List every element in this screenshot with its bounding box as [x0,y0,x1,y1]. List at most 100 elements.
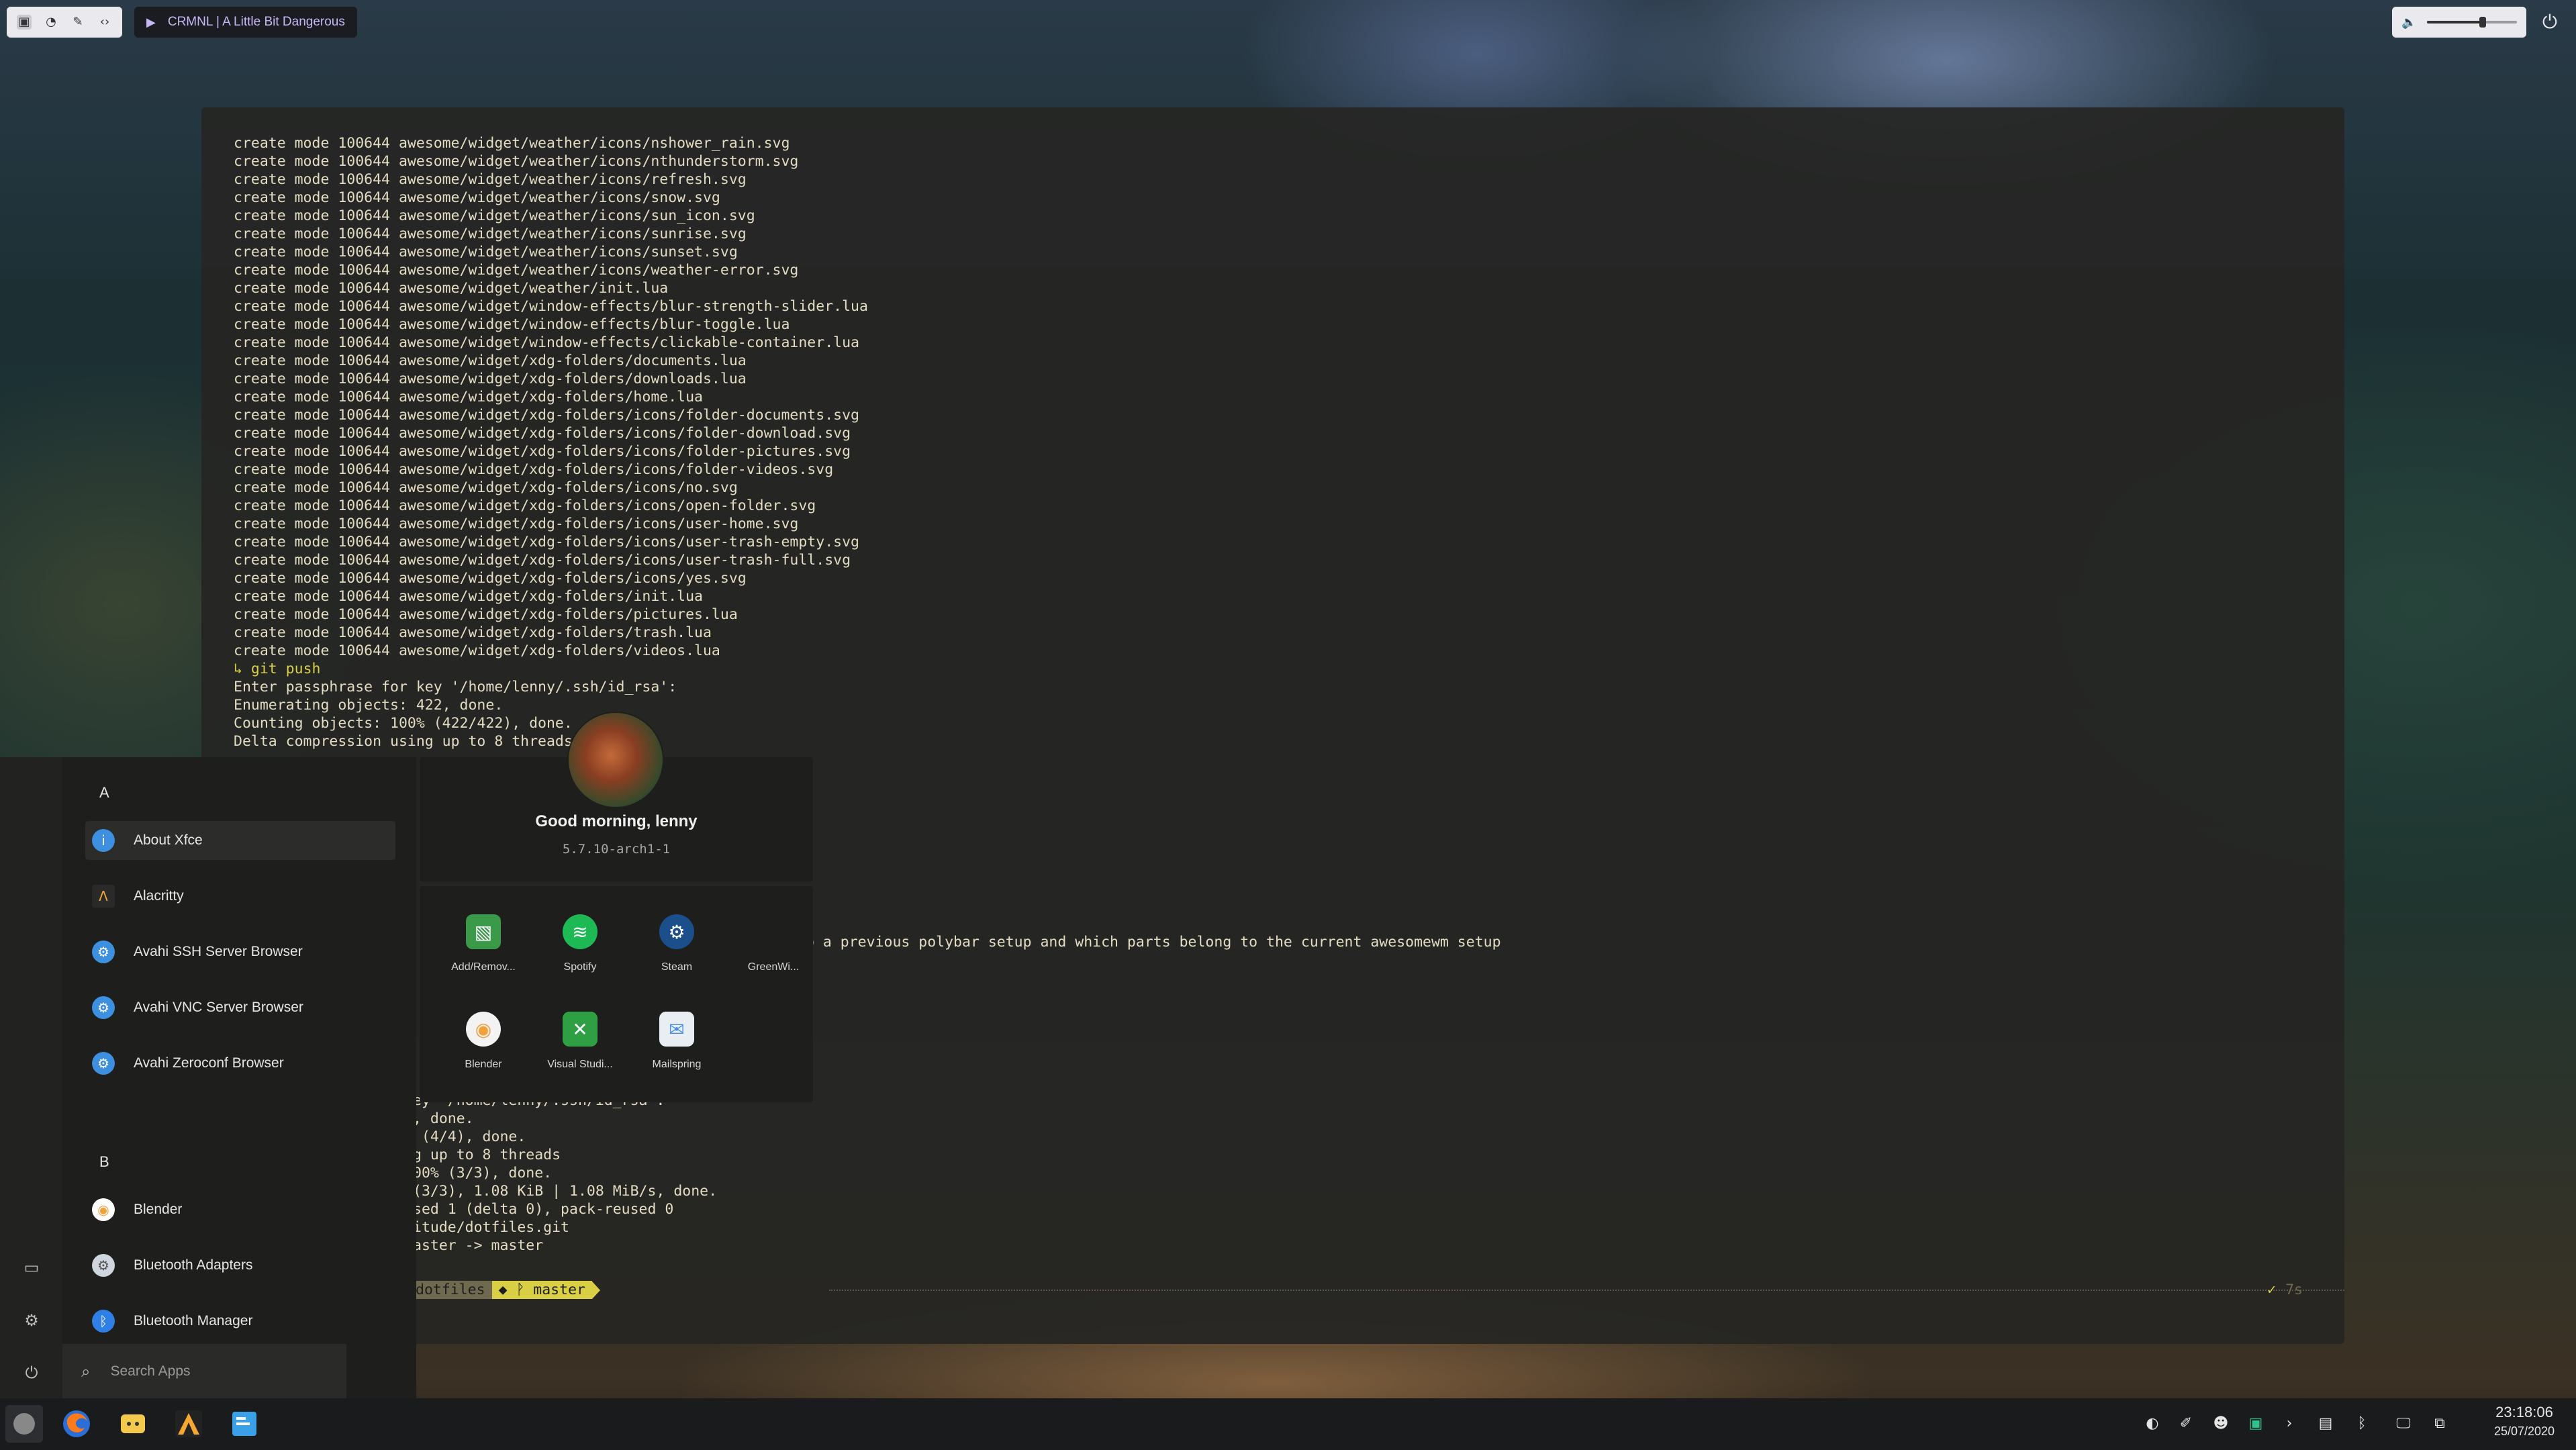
greenwithenvy-icon [756,914,791,949]
gwe-tray-icon[interactable]: ▣ [2244,1412,2268,1436]
app-tile-label: Spotify [563,961,597,973]
app-list-label: About Xfce [134,832,203,848]
drive-icon[interactable]: ▤ [2313,1412,2338,1436]
terminal-line: create mode 100644 awesome/widget/weathe… [234,189,720,206]
terminal-line: create mode 100644 awesome/widget/xdg-fo… [234,570,747,587]
launcher-button[interactable] [5,1405,43,1443]
terminal-line: create mode 100644 awesome/widget/weathe… [234,135,790,152]
terminal-line: Delta compression using up to 8 threads [234,733,573,750]
terminal-line: create mode 100644 awesome/widget/weathe… [234,153,799,170]
settings-icon[interactable]: ⚙ [20,1309,43,1332]
app-tile-label: GreenWi... [747,961,800,973]
terminal-line: , done. [413,1110,474,1127]
app-list-label: Avahi VNC Server Browser [134,1000,303,1015]
power-icon[interactable]: ⏻ [20,1361,43,1384]
prompt-duration: 7s [2285,1282,2303,1298]
terminal-line: create mode 100644 awesome/widget/weathe… [234,244,738,260]
app-tile[interactable]: ✉ Mailspring [633,1012,720,1071]
terminal-line: create mode 100644 awesome/widget/xdg-fo… [234,352,747,369]
volume-widget[interactable]: 🔈 [2392,7,2526,38]
terminal-line: Enter passphrase for key '/home/lenny/.s… [234,679,677,695]
volume-slider[interactable] [2427,17,2517,28]
github-icon[interactable]: ◐ [2140,1412,2164,1436]
terminal-line: create mode 100644 awesome/widget/window… [234,298,868,315]
app-list-item[interactable]: ⚙ Avahi Zeroconf Browser [85,1044,395,1083]
monitor-icon[interactable]: 🖵 [2391,1412,2416,1436]
compass-icon [13,1413,35,1435]
avatar [567,712,664,808]
terminal-line: create mode 100644 awesome/widget/xdg-fo… [234,624,712,641]
terminal-line: create mode 100644 awesome/widget/xdg-fo… [234,552,851,569]
prompt-arrow-icon: ↳ [234,661,242,677]
terminal-line: create mode 100644 awesome/widget/xdg-fo… [234,425,851,442]
prompt-directory: dotfiles [413,1281,492,1299]
brush-tag-icon[interactable]: ✎ [70,15,85,30]
app-list-item[interactable]: ◉ Blender [85,1190,395,1229]
terminal-line: create mode 100644 awesome/widget/xdg-fo… [234,461,834,478]
app-tile[interactable]: ⚙ Steam [633,914,720,973]
avahi-icon: ⚙ [92,1052,115,1075]
mail-icon: ✉ [659,1012,694,1047]
favorite-apps-grid: ▧ Add/Remov... ≋ Spotify ⚙ Steam GreenWi... ◉ Bl… [420,886,813,1102]
terminal-line: g up to 8 threads [413,1147,561,1163]
app-list-label: Avahi Zeroconf Browser [134,1055,284,1071]
chevron-right-icon[interactable]: › [2277,1412,2301,1436]
app-list-item[interactable]: ᛒ Bluetooth Manager [85,1302,395,1341]
avahi-icon: ⚙ [92,940,115,963]
clock-date: 25/07/2020 [2493,1424,2555,1438]
files-icon[interactable]: ▭ [20,1256,43,1279]
taskbar-discord[interactable] [114,1405,152,1443]
layout-icon[interactable]: ⧉ [2428,1412,2452,1436]
terminal-line: create mode 100644 awesome/widget/xdg-fo… [234,642,720,659]
terminal-line: create mode 100644 awesome/widget/window… [234,316,790,333]
prompt-separator [829,1290,2344,1291]
power-icon[interactable]: ⏻ [2538,11,2562,35]
app-tile[interactable]: ▧ Add/Remov... [440,914,527,973]
app-list-item[interactable]: ⚙ Avahi SSH Server Browser [85,932,395,971]
music-widget[interactable]: ▶ CRMNL | A Little Bit Dangerous [134,7,357,38]
app-list-item[interactable]: i About Xfce [85,821,395,860]
search-icon: ⌕ [81,1361,91,1381]
terminal-tail-output: ey '/home/lenny/.ssh/id_rsa':, done. (4/… [413,1092,717,1255]
app-list[interactable]: Ai About Xfce Λ Alacritty ⚙ Avahi SSH Server … [62,757,416,1341]
volume-fill [2427,21,2483,23]
app-tile[interactable]: GreenWi... [730,914,813,973]
taskbar-firefox[interactable] [58,1405,95,1443]
app-list-item[interactable]: Λ Alacritty [85,877,395,916]
terminal-line: create mode 100644 awesome/widget/xdg-fo… [234,407,859,424]
brush-icon[interactable]: ✐ [2174,1412,2198,1436]
app-tile[interactable]: ✕ Visual Studi... [536,1012,624,1071]
terminal-line: (4/4), done. [413,1128,526,1145]
terminal-line: Enumerating objects: 422, done. [234,697,504,714]
browser-tag-icon[interactable]: ◔ [44,15,58,30]
taskbar-code-editor[interactable] [226,1405,263,1443]
clock[interactable]: 23:18:06 25/07/2020 [2484,1402,2565,1440]
terminal-line: create mode 100644 awesome/widget/weathe… [234,207,755,224]
terminal-line: create mode 100644 awesome/widget/window… [234,334,859,351]
terminal-line: create mode 100644 awesome/widget/weathe… [234,226,747,242]
app-tile[interactable]: ◉ Blender [440,1012,527,1071]
app-list-item[interactable]: ⚙ Bluetooth Adapters [85,1246,395,1285]
play-icon[interactable]: ▶ [146,15,156,30]
discord-tray-icon[interactable]: ☻ [2209,1412,2233,1436]
app-list-item[interactable]: ⚙ Avahi VNC Server Browser [85,988,395,1027]
app-list-label: Bluetooth Adapters [134,1257,253,1273]
terminal-tag-icon[interactable]: ▣ [17,15,32,30]
prompt-arrow [591,1281,600,1299]
check-icon: ✓ [2267,1282,2277,1298]
terminal-line: create mode 100644 awesome/widget/xdg-fo… [234,516,799,532]
terminal-line: sed 1 (delta 0), pack-reused 0 [413,1201,674,1218]
terminal-window[interactable]: create mode 100644 awesome/widget/weathe… [201,107,2344,1344]
volume-knob[interactable] [2479,17,2487,28]
section-letter: B [99,1153,109,1170]
vscode-icon: ✕ [563,1012,598,1047]
search-input[interactable] [109,1362,314,1380]
volume-icon[interactable]: 🔈 [2401,15,2416,30]
search-bar[interactable]: ⌕ [62,1344,346,1398]
command-text: git push [250,661,321,677]
terminal-line: create mode 100644 awesome/widget/xdg-fo… [234,497,816,514]
taskbar-alacritty[interactable] [170,1405,207,1443]
bluetooth-icon[interactable]: ᛒ [2350,1412,2374,1436]
code-tag-icon[interactable]: ‹› [97,15,112,30]
app-tile[interactable]: ≋ Spotify [536,914,624,973]
